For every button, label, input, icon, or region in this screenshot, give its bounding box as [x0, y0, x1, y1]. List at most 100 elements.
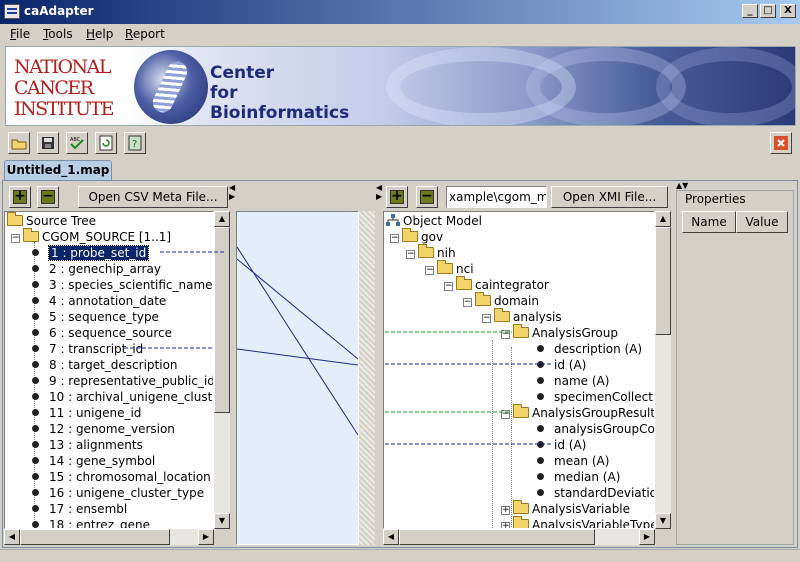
refresh-button[interactable]	[95, 132, 117, 154]
target-attribute-node[interactable]: id (A)	[537, 437, 586, 453]
target-folder-node[interactable]: − AnalysisGroupResult	[501, 404, 654, 421]
scroll-thumb[interactable]	[20, 529, 170, 545]
expand-icon[interactable]: +	[501, 522, 510, 528]
collapse-icon[interactable]: −	[501, 330, 510, 339]
target-attribute-node[interactable]: name (A)	[537, 373, 609, 389]
validate-button[interactable]: ABC	[66, 132, 88, 154]
source-item[interactable]: 5 : sequence_type	[32, 309, 159, 325]
source-item[interactable]: 10 : archival_unigene_cluster	[32, 389, 213, 405]
target-folder-node[interactable]: − AnalysisGroup	[501, 324, 618, 341]
target-attribute-node[interactable]: id (A)	[537, 357, 586, 373]
close-window-button[interactable]: X	[780, 4, 796, 18]
scroll-down-arrow-icon[interactable]: ▼	[214, 513, 230, 529]
source-item[interactable]: 8 : target_description	[32, 357, 178, 373]
collapse-icon[interactable]: −	[482, 314, 491, 323]
xmi-path-field[interactable]: xample\cgom_mo	[446, 186, 547, 208]
expand-all-button[interactable]: +	[9, 186, 31, 208]
target-folder-node[interactable]: − domain	[463, 292, 539, 309]
target-folder-node[interactable]: − caintegrator	[444, 276, 549, 293]
scroll-up-arrow-icon[interactable]: ▲	[214, 211, 230, 227]
source-item[interactable]: 7 : transcript_id	[32, 341, 143, 357]
source-item[interactable]: 14 : gene_symbol	[32, 453, 155, 469]
open-xmi-button[interactable]: Open XMI File...	[551, 186, 668, 208]
menu-report[interactable]: Report	[125, 27, 165, 41]
splitter-arrows-icon[interactable]: ▲▼	[676, 181, 688, 190]
target-attribute-node[interactable]: median (A)	[537, 469, 620, 485]
source-item[interactable]: 2 : genechip_array	[32, 261, 161, 277]
menu-tools[interactable]: Tools	[43, 27, 73, 41]
scroll-up-arrow-icon[interactable]: ▲	[655, 211, 671, 227]
collapse-icon[interactable]: −	[406, 250, 415, 259]
source-item[interactable]: 12 : genome_version	[32, 421, 175, 437]
scroll-down-arrow-icon[interactable]: ▼	[655, 513, 671, 529]
scroll-thumb[interactable]	[655, 227, 671, 335]
collapse-icon[interactable]: −	[390, 234, 399, 243]
source-item[interactable]: 6 : sequence_source	[32, 325, 172, 341]
source-item-label: 13 : alignments	[49, 438, 143, 452]
menu-help[interactable]: Help	[86, 27, 113, 41]
collapse-icon[interactable]: −	[425, 266, 434, 275]
collapse-all-button[interactable]: −	[416, 186, 438, 208]
target-horizontal-scrollbar[interactable]: ◀ ▶	[383, 529, 655, 545]
leaf-bullet-icon	[537, 441, 544, 448]
title-bar[interactable]: caAdapter _ □ X	[0, 0, 800, 24]
cgom-source-node[interactable]: − CGOM_SOURCE [1..1]	[11, 228, 171, 245]
source-item[interactable]: 15 : chromosomal_location	[32, 469, 211, 485]
save-button[interactable]	[37, 132, 59, 154]
collapse-icon[interactable]: −	[501, 410, 510, 419]
source-item[interactable]: 16 : unigene_cluster_type	[32, 485, 204, 501]
target-vertical-scrollbar[interactable]: ▲ ▼	[655, 211, 671, 529]
tab-untitled-map[interactable]: Untitled_1.map	[4, 160, 112, 181]
target-folder-node[interactable]: + AnalysisVariableType	[501, 516, 654, 528]
scroll-right-arrow-icon[interactable]: ▶	[639, 529, 655, 545]
target-attribute-node[interactable]: analysisGroupCollection	[537, 421, 654, 437]
target-folder-node[interactable]: − nih	[406, 244, 456, 261]
mapping-lines-area[interactable]	[236, 211, 359, 545]
open-button[interactable]	[8, 132, 30, 154]
scroll-right-arrow-icon[interactable]: ▶	[198, 529, 214, 545]
expand-all-button[interactable]: +	[386, 186, 408, 208]
target-folder-node[interactable]: − gov	[390, 228, 443, 245]
source-item[interactable]: 3 : species_scientific_name	[32, 277, 213, 293]
collapse-icon[interactable]: −	[463, 298, 472, 307]
source-horizontal-scrollbar[interactable]: ◀ ▶	[4, 529, 214, 545]
target-tree[interactable]: Object Model − gov − nih − nci − caintegrator − d…	[383, 211, 655, 529]
maximize-button[interactable]: □	[760, 4, 776, 18]
target-attribute-node[interactable]: specimenCollection	[537, 389, 654, 405]
target-folder-node[interactable]: − analysis	[482, 308, 562, 325]
leaf-bullet-icon	[32, 281, 39, 288]
target-folder-node[interactable]: − nci	[425, 260, 474, 277]
splitter-arrows-icon[interactable]: ◀ ▶	[229, 183, 235, 201]
expand-icon[interactable]: +	[501, 506, 510, 515]
source-item[interactable]: 11 : unigene_id	[32, 405, 141, 421]
close-map-button[interactable]	[770, 132, 792, 154]
scroll-left-arrow-icon[interactable]: ◀	[4, 529, 20, 545]
source-tree-root[interactable]: Source Tree	[7, 212, 96, 229]
splitter-arrows-icon[interactable]: ◀ ▶	[376, 183, 382, 201]
menu-file[interactable]: File	[10, 27, 30, 41]
properties-value-column[interactable]: Value	[736, 211, 788, 233]
scroll-left-arrow-icon[interactable]: ◀	[383, 529, 399, 545]
target-attribute-node[interactable]: standardDeviation	[537, 485, 654, 501]
scroll-thumb[interactable]	[214, 227, 230, 413]
properties-name-column[interactable]: Name	[682, 211, 736, 233]
collapse-icon[interactable]: −	[444, 282, 453, 291]
target-folder-node[interactable]: + AnalysisVariable	[501, 500, 630, 517]
open-csv-meta-button[interactable]: Open CSV Meta File...	[78, 186, 228, 208]
target-attribute-node[interactable]: description (A)	[537, 341, 642, 357]
source-item[interactable]: 13 : alignments	[32, 437, 143, 453]
source-item[interactable]: 4 : annotation_date	[32, 293, 166, 309]
collapse-all-button[interactable]: −	[37, 186, 59, 208]
source-tree[interactable]: Source Tree − CGOM_SOURCE [1..1] 1 : prob…	[4, 211, 214, 529]
scroll-thumb[interactable]	[399, 529, 595, 545]
help-button[interactable]: ?	[124, 132, 146, 154]
source-item[interactable]: 18 : entrez_gene	[32, 517, 150, 528]
minimize-button[interactable]: _	[742, 4, 758, 18]
source-item[interactable]: 1 : probe_set_id	[32, 245, 150, 261]
target-tree-root[interactable]: Object Model	[386, 213, 482, 229]
target-attribute-node[interactable]: mean (A)	[537, 453, 609, 469]
source-vertical-scrollbar[interactable]: ▲ ▼	[214, 211, 230, 529]
source-item[interactable]: 9 : representative_public_id	[32, 373, 213, 389]
source-item[interactable]: 17 : ensembl	[32, 501, 127, 517]
collapse-icon[interactable]: −	[11, 234, 20, 243]
